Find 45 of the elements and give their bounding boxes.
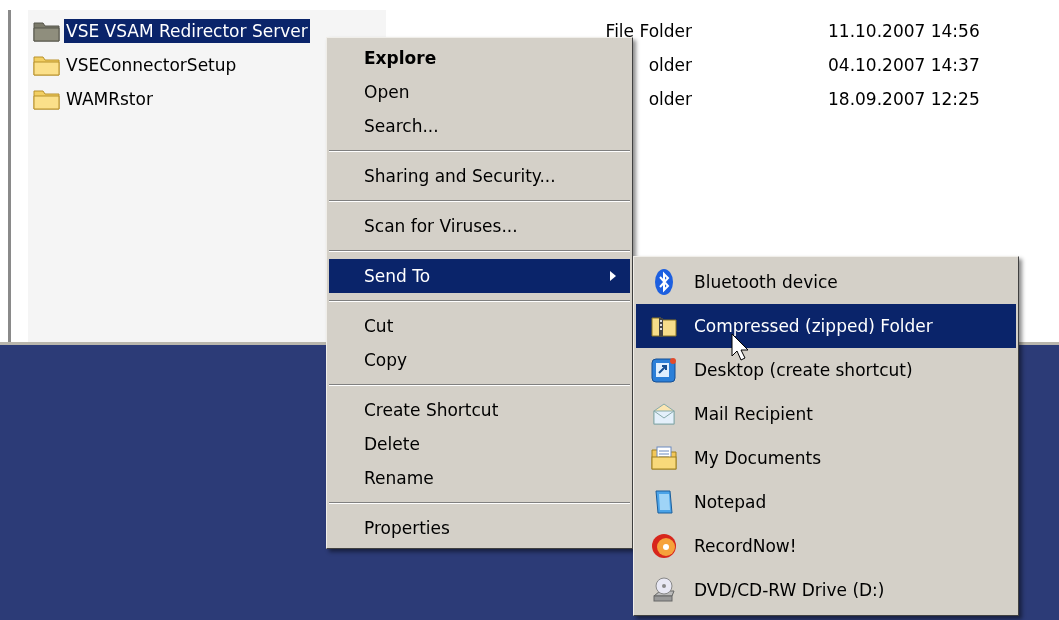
menu-item[interactable]: Notepad <box>636 480 1016 524</box>
file-type: older <box>648 89 692 109</box>
file-name[interactable]: VSE VSAM Redirector Server <box>64 19 310 43</box>
menu-item[interactable]: Explore <box>329 41 630 75</box>
menu-item[interactable]: Rename <box>329 461 630 495</box>
menu-item[interactable]: Open <box>329 75 630 109</box>
menu-item[interactable]: DVD/CD-RW Drive (D:) <box>636 568 1016 612</box>
shortcut-icon <box>650 356 678 384</box>
folder-icon <box>33 54 61 76</box>
menu-item-label: Notepad <box>694 492 767 512</box>
submenu-arrow-icon <box>610 271 616 281</box>
menu-item-label: Compressed (zipped) Folder <box>694 316 933 336</box>
disc-drive-icon <box>650 576 678 604</box>
modified-date: 11.10.2007 14:56 <box>828 21 980 41</box>
folder-icon <box>33 20 61 42</box>
file-name[interactable]: VSEConnectorSetup <box>64 53 239 77</box>
menu-item[interactable]: Scan for Viruses... <box>329 209 630 243</box>
disc-icon <box>650 532 678 560</box>
modified-date: 18.09.2007 12:25 <box>828 89 980 109</box>
menu-item[interactable]: Bluetooth device <box>636 260 1016 304</box>
file-type: older <box>648 55 692 75</box>
menu-item-label: DVD/CD-RW Drive (D:) <box>694 580 885 600</box>
file-type: File Folder <box>605 21 692 41</box>
menu-item[interactable]: Copy <box>329 343 630 377</box>
menu-item[interactable]: Desktop (create shortcut) <box>636 348 1016 392</box>
documents-folder-icon <box>650 444 678 472</box>
menu-item-label: Desktop (create shortcut) <box>694 360 913 380</box>
menu-item-label: Bluetooth device <box>694 272 838 292</box>
menu-item[interactable]: Compressed (zipped) Folder <box>636 304 1016 348</box>
menu-item[interactable]: Delete <box>329 427 630 461</box>
folder-icon <box>33 88 61 110</box>
menu-item[interactable]: Cut <box>329 309 630 343</box>
menu-item-label: My Documents <box>694 448 822 468</box>
modified-date: 04.10.2007 14:37 <box>828 55 980 75</box>
menu-item[interactable]: RecordNow! <box>636 524 1016 568</box>
menu-item[interactable]: Sharing and Security... <box>329 159 630 193</box>
menu-item[interactable]: Search... <box>329 109 630 143</box>
menu-item[interactable]: Mail Recipient <box>636 392 1016 436</box>
menu-item-label: RecordNow! <box>694 536 797 556</box>
menu-item-label: Mail Recipient <box>694 404 813 424</box>
menu-item[interactable]: Create Shortcut <box>329 393 630 427</box>
menu-item[interactable]: My Documents <box>636 436 1016 480</box>
file-name[interactable]: WAMRstor <box>64 87 155 111</box>
menu-item[interactable]: Send To <box>329 259 630 293</box>
menu-item[interactable]: Properties <box>329 511 630 545</box>
